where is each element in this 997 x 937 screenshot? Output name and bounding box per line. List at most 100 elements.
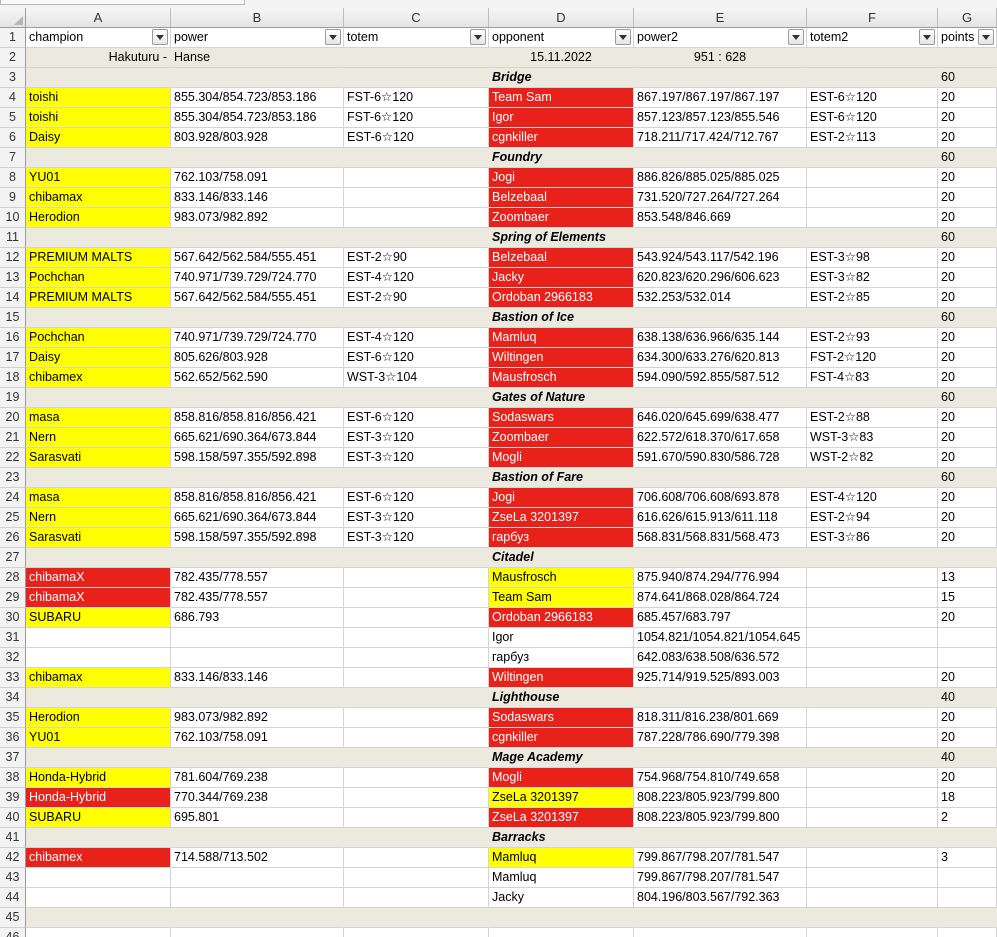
totem-cell[interactable]: EST-3☆120 <box>344 528 489 548</box>
header-totem2[interactable]: totem2 <box>807 28 938 48</box>
row-header[interactable]: 26 <box>0 528 26 548</box>
arena-points[interactable]: 40 <box>938 748 997 768</box>
arena-title[interactable]: Gates of Nature <box>489 388 634 408</box>
power2-cell[interactable]: 594.090/592.855/587.512 <box>634 368 807 388</box>
totem2-cell[interactable]: EST-4☆120 <box>807 488 938 508</box>
column-header-b[interactable]: B <box>171 8 344 28</box>
totem-cell[interactable] <box>344 208 489 228</box>
header-champion[interactable]: champion <box>26 28 171 48</box>
totem2-cell[interactable]: EST-2☆85 <box>807 288 938 308</box>
cell[interactable] <box>344 688 489 708</box>
points-cell[interactable]: 20 <box>938 348 997 368</box>
header-points[interactable]: points <box>938 28 997 48</box>
points-cell[interactable]: 20 <box>938 768 997 788</box>
cell[interactable] <box>807 468 938 488</box>
totem2-cell[interactable] <box>807 168 938 188</box>
totem-cell[interactable]: EST-4☆120 <box>344 268 489 288</box>
power-cell[interactable]: 770.344/769.238 <box>171 788 344 808</box>
champion-cell[interactable]: chibamex <box>26 368 171 388</box>
opponent-cell[interactable]: Zoombaer <box>489 428 634 448</box>
totem2-cell[interactable] <box>807 768 938 788</box>
cell[interactable] <box>807 388 938 408</box>
cell[interactable] <box>171 748 344 768</box>
points-cell[interactable]: 20 <box>938 488 997 508</box>
opponent-cell[interactable]: Wiltingen <box>489 668 634 688</box>
opponent-cell[interactable]: ZseLa 3201397 <box>489 808 634 828</box>
champion-cell[interactable]: chibamax <box>26 188 171 208</box>
points-cell[interactable]: 20 <box>938 528 997 548</box>
row-header[interactable]: 14 <box>0 288 26 308</box>
opponent-cell[interactable]: cgnkiller <box>489 128 634 148</box>
row-header[interactable]: 8 <box>0 168 26 188</box>
row-header[interactable]: 5 <box>0 108 26 128</box>
totem-cell[interactable] <box>344 588 489 608</box>
totem-cell[interactable] <box>344 728 489 748</box>
column-header-g[interactable]: G <box>938 8 997 28</box>
champion-cell[interactable]: PREMIUM MALTS <box>26 248 171 268</box>
totem2-cell[interactable] <box>807 868 938 888</box>
power-cell[interactable]: 567.642/562.584/555.451 <box>171 288 344 308</box>
cell[interactable] <box>634 548 807 568</box>
opponent-cell[interactable]: Ordoban 2966183 <box>489 608 634 628</box>
totem-cell[interactable] <box>344 168 489 188</box>
cell[interactable] <box>634 468 807 488</box>
cell[interactable] <box>344 908 489 928</box>
opponent-cell[interactable]: Jogi <box>489 168 634 188</box>
points-cell[interactable]: 20 <box>938 288 997 308</box>
totem-cell[interactable] <box>344 608 489 628</box>
cell[interactable] <box>26 688 171 708</box>
totem-cell[interactable] <box>344 628 489 648</box>
cell[interactable] <box>938 928 997 937</box>
arena-title[interactable]: Bridge <box>489 68 634 88</box>
power-cell[interactable]: 983.073/982.892 <box>171 708 344 728</box>
power-cell[interactable]: 598.158/597.355/592.898 <box>171 448 344 468</box>
row-header[interactable]: 11 <box>0 228 26 248</box>
select-all-corner[interactable] <box>0 8 26 28</box>
power2-cell[interactable]: 818.311/816.238/801.669 <box>634 708 807 728</box>
cell[interactable] <box>634 388 807 408</box>
arena-points[interactable]: 60 <box>938 148 997 168</box>
header-opponent[interactable]: opponent <box>489 28 634 48</box>
totem-cell[interactable] <box>344 708 489 728</box>
totem2-cell[interactable] <box>807 848 938 868</box>
champion-cell[interactable]: YU01 <box>26 168 171 188</box>
arena-points[interactable] <box>938 548 997 568</box>
opponent-cell[interactable]: Igor <box>489 628 634 648</box>
row-header[interactable]: 40 <box>0 808 26 828</box>
power-cell[interactable]: 803.928/803.928 <box>171 128 344 148</box>
totem-cell[interactable]: EST-3☆120 <box>344 428 489 448</box>
totem2-cell[interactable] <box>807 568 938 588</box>
cell[interactable] <box>807 908 938 928</box>
champion-cell[interactable]: Pochchan <box>26 328 171 348</box>
cell[interactable] <box>807 828 938 848</box>
cell[interactable] <box>171 228 344 248</box>
opponent-cell[interactable]: гарбуз <box>489 528 634 548</box>
points-cell[interactable]: 20 <box>938 328 997 348</box>
champion-cell[interactable]: chibamex <box>26 848 171 868</box>
arena-points[interactable]: 60 <box>938 68 997 88</box>
totem-cell[interactable]: EST-6☆120 <box>344 488 489 508</box>
opponent-cell[interactable]: Sodaswars <box>489 408 634 428</box>
totem2-cell[interactable]: EST-6☆120 <box>807 108 938 128</box>
power-cell[interactable]: 762.103/758.091 <box>171 728 344 748</box>
totem2-cell[interactable]: EST-2☆88 <box>807 408 938 428</box>
cell[interactable] <box>171 928 344 937</box>
row-header[interactable]: 38 <box>0 768 26 788</box>
opponent-cell[interactable]: Igor <box>489 108 634 128</box>
points-cell[interactable]: 20 <box>938 208 997 228</box>
row-header[interactable]: 25 <box>0 508 26 528</box>
cell[interactable] <box>344 548 489 568</box>
power-cell[interactable]: 740.971/739.729/724.770 <box>171 328 344 348</box>
champion-cell[interactable]: chibamaX <box>26 568 171 588</box>
power-cell[interactable]: 695.801 <box>171 808 344 828</box>
champion-cell[interactable]: toishi <box>26 108 171 128</box>
points-cell[interactable]: 20 <box>938 668 997 688</box>
champion-cell[interactable]: YU01 <box>26 728 171 748</box>
row-header[interactable]: 15 <box>0 308 26 328</box>
cell[interactable] <box>807 148 938 168</box>
header-power2[interactable]: power2 <box>634 28 807 48</box>
totem-cell[interactable] <box>344 188 489 208</box>
filter-dropdown-icon[interactable] <box>978 29 994 45</box>
cell[interactable] <box>634 68 807 88</box>
totem2-cell[interactable]: EST-3☆98 <box>807 248 938 268</box>
